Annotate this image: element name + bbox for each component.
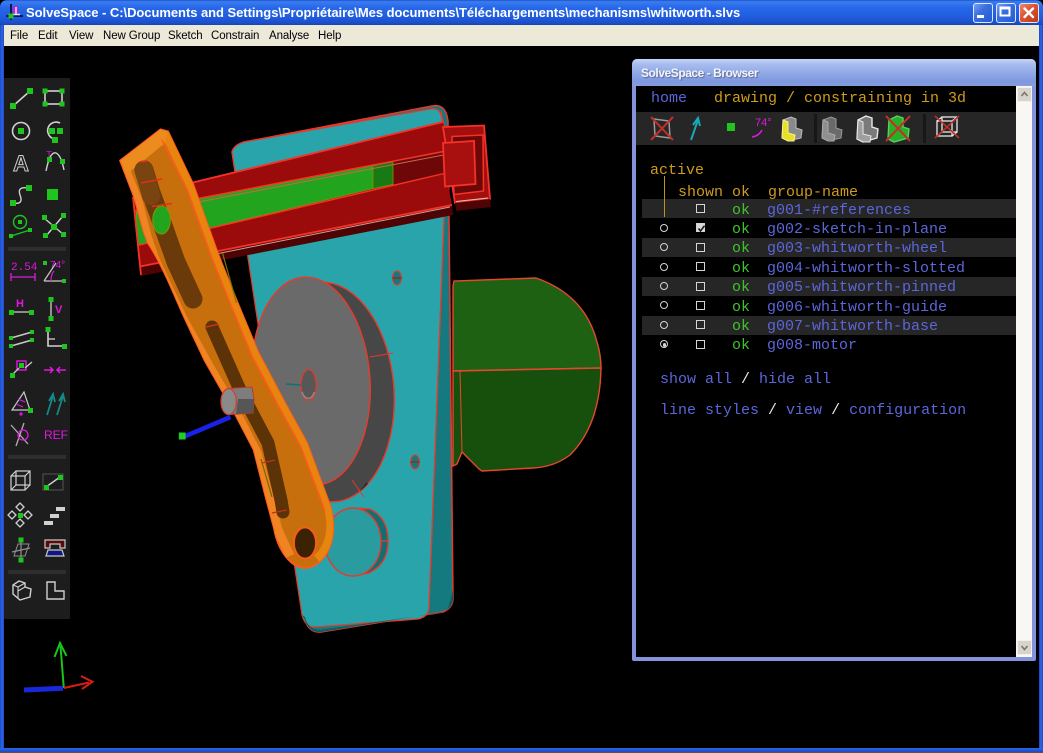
- svg-text:74°: 74°: [755, 117, 772, 129]
